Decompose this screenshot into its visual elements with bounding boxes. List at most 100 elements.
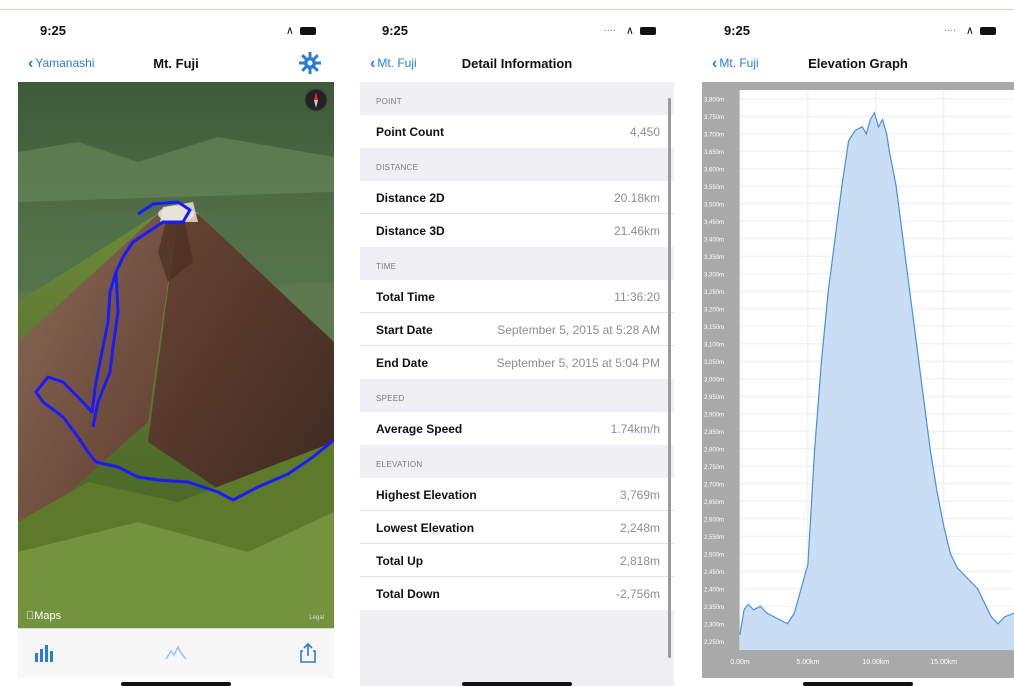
elevation-point: [915, 343, 918, 345]
row-value: 11:36:20: [614, 290, 660, 304]
section-group: Total Time 11:36:20 Start Date September 5,…: [360, 280, 674, 379]
elevation-point: [888, 150, 890, 152]
section-group: Point Count 4,450: [360, 115, 674, 148]
elevation-point: [922, 395, 924, 397]
y-tick-label: 3,800m: [704, 97, 724, 103]
elevation-point: [854, 129, 857, 131]
elevation-point: [752, 609, 755, 611]
bar-chart-icon[interactable]: [32, 641, 56, 665]
y-tick-label: 3,600m: [704, 167, 724, 173]
satellite-map[interactable]: Maps Legal: [18, 82, 334, 628]
status-icons: ∧: [626, 24, 656, 37]
status-time: 9:25: [382, 23, 409, 38]
signal-dots: ....: [603, 22, 616, 34]
elevation-point: [861, 126, 863, 128]
page-title: Mt. Fuji: [153, 56, 199, 71]
x-tick-label: 0.00m: [730, 659, 750, 666]
table-row[interactable]: Distance 2D 20.18km: [360, 181, 674, 214]
elevation-point: [943, 525, 945, 527]
elevation-chart-svg: 3,800m 3,750m 3,700m 3,650m 3,600m 3,550m 3,50…: [704, 90, 1014, 666]
status-icons: ∧: [286, 24, 316, 37]
section-header: TIME: [376, 262, 397, 271]
elevation-point: [990, 616, 992, 618]
y-tick-label: 3,350m: [704, 255, 724, 261]
elevation-point: [983, 602, 986, 604]
home-indicator: [121, 682, 231, 686]
elevation-point: [820, 360, 823, 362]
elevation-point: [747, 603, 749, 606]
maps-attribution-text: Maps: [26, 610, 61, 622]
table-row[interactable]: Total Up 2,818m: [360, 544, 674, 577]
y-tick-label: 2,900m: [704, 412, 724, 418]
table-row[interactable]: Start Date September 5, 2015 at 5:28 AM: [360, 313, 674, 346]
compass-icon[interactable]: [304, 88, 328, 112]
elevation-point: [902, 238, 904, 240]
status-bar: 9:25 ∧: [18, 10, 334, 46]
battery-icon: [300, 27, 316, 36]
elevation-point: [949, 553, 952, 555]
elevation-chart[interactable]: 3,800m 3,750m 3,700m 3,650m 3,600m 3,550m 3,50…: [702, 82, 1014, 678]
home-indicator: [462, 682, 572, 686]
home-indicator: [803, 682, 913, 686]
elevation-point: [841, 185, 843, 187]
battery-icon: [980, 27, 996, 36]
y-tick-label: 2,650m: [704, 500, 724, 506]
status-time: 9:25: [40, 23, 67, 38]
y-tick-label: 3,450m: [704, 220, 724, 226]
table-row[interactable]: Highest Elevation 3,769m: [360, 478, 674, 511]
y-tick-label: 3,400m: [704, 237, 724, 243]
y-tick-label: 3,700m: [704, 132, 724, 138]
x-tick-label: 10.00km: [862, 659, 889, 666]
legal-link[interactable]: Legal: [309, 615, 324, 621]
x-tick-label: 15.00km: [930, 659, 957, 666]
row-label: Highest Elevation: [376, 488, 477, 502]
y-tick-label: 2,750m: [704, 465, 724, 471]
mountain-icon[interactable]: [164, 641, 188, 665]
gear-icon[interactable]: [298, 51, 322, 75]
table-row[interactable]: Distance 3D 21.46km: [360, 214, 674, 247]
elevation-point: [865, 133, 867, 135]
row-value: 21.46km: [613, 224, 660, 238]
elevation-point: [873, 112, 876, 114]
y-tick-label: 3,000m: [704, 377, 724, 383]
section-header: ELEVATION: [376, 460, 423, 469]
y-tick-label: 2,500m: [704, 552, 724, 558]
elevation-point: [766, 612, 768, 614]
row-label: Point Count: [376, 125, 444, 139]
scrollbar[interactable]: [668, 98, 671, 658]
y-tick-label: 2,450m: [704, 570, 724, 576]
section-header: DISTANCE: [376, 163, 419, 172]
share-icon[interactable]: [296, 641, 320, 665]
section-group: Distance 2D 20.18km Distance 3D 21.46km: [360, 181, 674, 247]
row-value: 2,248m: [619, 521, 660, 535]
detail-table[interactable]: POINT Point Count 4,450 DISTANCE Distance 2D…: [360, 82, 674, 686]
x-tick-label: 5.00km: [796, 659, 819, 666]
table-row[interactable]: Total Time 11:36:20: [360, 280, 674, 313]
nav-bar: ‹ Mt. Fuji Detail Information: [360, 46, 674, 82]
page-title: Elevation Graph: [808, 56, 908, 71]
row-value: -2,756m: [615, 587, 660, 601]
row-value: 2,818m: [619, 554, 660, 568]
y-tick-label: 3,200m: [704, 307, 724, 313]
table-row[interactable]: Point Count 4,450: [360, 115, 674, 148]
elevation-point: [814, 448, 816, 450]
elevation-point: [739, 633, 741, 635]
table-row[interactable]: Total Down -2,756m: [360, 577, 674, 610]
y-tick-label: 3,750m: [704, 115, 724, 121]
row-label: Total Up: [376, 554, 424, 568]
elevation-point: [786, 623, 789, 625]
elevation-point: [886, 133, 888, 135]
elevation-point: [848, 140, 850, 142]
elevation-point: [936, 490, 938, 492]
elevation-point: [909, 290, 911, 292]
table-row[interactable]: Lowest Elevation 2,248m: [360, 511, 674, 544]
bottom-toolbar: [18, 628, 334, 678]
status-bar: 9:25 .... ∧: [360, 10, 674, 46]
page-title: Detail Information: [461, 56, 573, 71]
y-tick-label: 2,950m: [704, 395, 724, 401]
elevation-point: [956, 567, 958, 569]
row-label: Start Date: [376, 323, 433, 337]
table-row[interactable]: End Date September 5, 2015 at 5:04 PM: [360, 346, 674, 379]
table-row[interactable]: Average Speed 1.74km/h: [360, 412, 674, 445]
status-time: 9:25: [724, 23, 751, 38]
